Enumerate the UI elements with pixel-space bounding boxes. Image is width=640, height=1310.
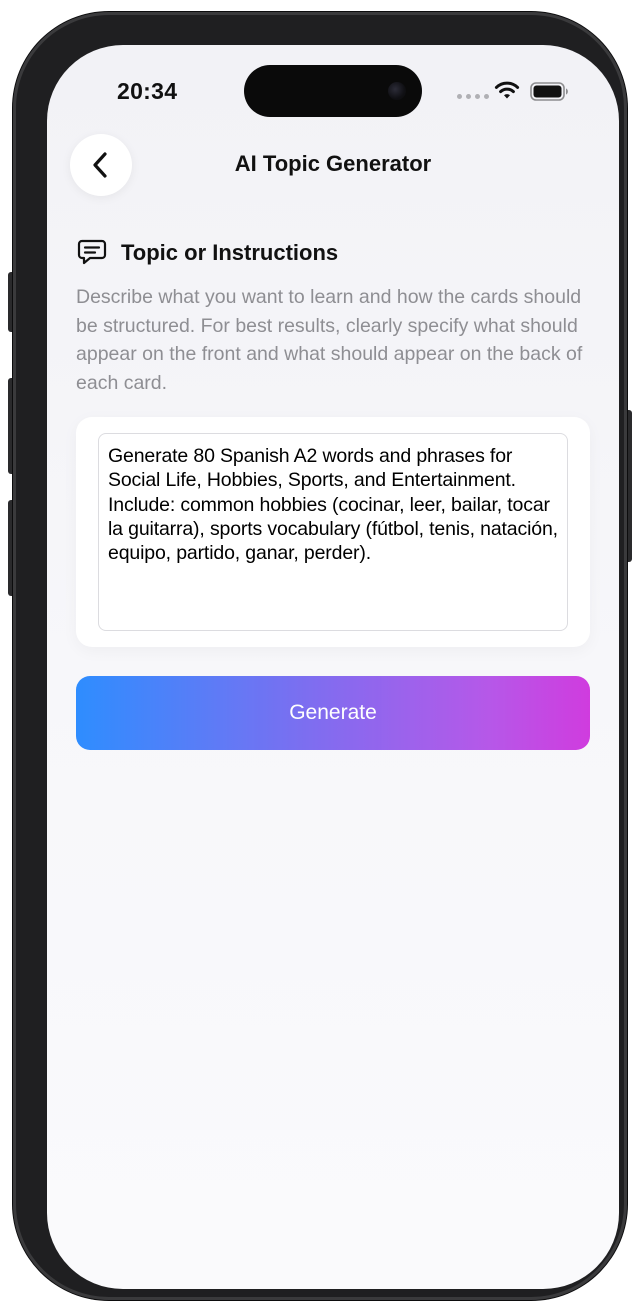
dynamic-island bbox=[244, 65, 422, 117]
page-title: AI Topic Generator bbox=[234, 151, 432, 176]
section-description: Describe what you want to learn and how … bbox=[76, 286, 583, 394]
signal-dots-icon bbox=[457, 94, 489, 99]
generate-button[interactable]: Generate bbox=[76, 676, 590, 750]
front-camera-icon bbox=[388, 82, 406, 100]
battery-icon bbox=[530, 82, 568, 101]
topic-input-card: Generate 80 Spanish A2 words and phrases… bbox=[76, 417, 590, 647]
app-screen: 20:34 AI Topic Generator Topic or Instru… bbox=[47, 45, 619, 1289]
chat-bubble-icon bbox=[77, 239, 107, 265]
topic-textarea[interactable]: Generate 80 Spanish A2 words and phrases… bbox=[98, 433, 568, 631]
wifi-icon bbox=[494, 81, 520, 99]
status-time: 20:34 bbox=[117, 78, 178, 104]
phone-frame: 20:34 AI Topic Generator Topic or Instru… bbox=[13, 12, 627, 1300]
status-bar: 20:34 bbox=[47, 45, 619, 135]
section-title: Topic or Instructions bbox=[121, 240, 339, 265]
